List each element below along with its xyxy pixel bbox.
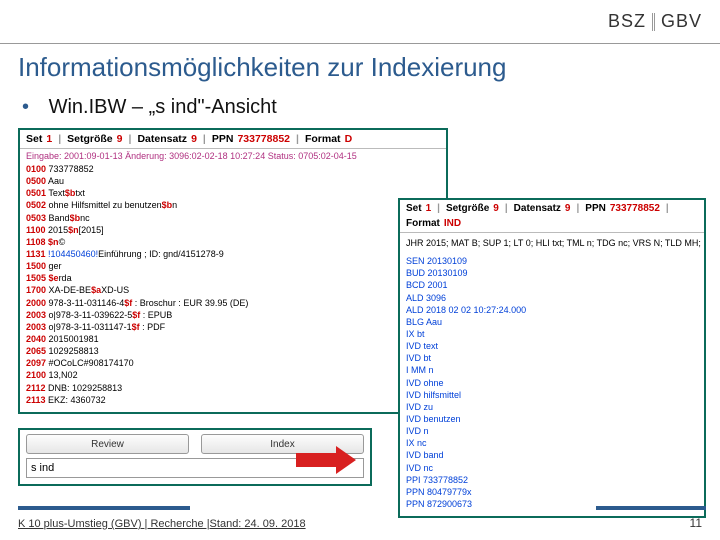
record-line: 0100 733778852 (26, 163, 440, 175)
datensatz-value: 9 (565, 203, 571, 214)
datensatz-value: 9 (191, 133, 197, 145)
datensatz-label: Datensatz (137, 133, 187, 145)
footer-rule-right (596, 506, 706, 510)
ind-line: IX bt (406, 328, 698, 340)
ind-summary: JHR 2015; MAT B; SUP 1; LT 0; HLI txt; T… (406, 237, 698, 249)
footer-text-content: K 10 plus-Umstieg (GBV) | Recherche |Sta… (18, 518, 306, 530)
record-line: 2040 2015001981 (26, 333, 440, 345)
page-number: 11 (690, 516, 702, 530)
ppn-value: 733778852 (610, 203, 660, 214)
brand-left: BSZ (608, 11, 646, 32)
sep-icon: | (576, 203, 579, 214)
ppn-label: PPN (212, 133, 234, 145)
format-label: Format (305, 133, 341, 145)
ind-line: IVD bt (406, 352, 698, 364)
ind-line: IVD nc (406, 462, 698, 474)
brand-bar: BSZ GBV (0, 0, 720, 44)
record-line: 1100 2015$n[2015] (26, 224, 440, 236)
sep-icon: | (203, 133, 206, 145)
format-d-header: Set 1 | Setgröße 9 | Datensatz 9 | PPN 7… (20, 130, 446, 149)
footer-text: K 10 plus-Umstieg (GBV) | Recherche |Sta… (18, 518, 306, 530)
record-line: 2097 #OCoLC#908174170 (26, 357, 440, 369)
record-line: 2112 DNB: 1029258813 (26, 382, 440, 394)
bullet-line: • Win.IBW – „s ind"-Ansicht (22, 96, 277, 119)
eingabe-line: Eingabe: 2001:09-01-13 Änderung: 3096:02… (20, 149, 446, 161)
ind-line: IVD ohne (406, 377, 698, 389)
record-line: 0502 ohne Hilfsmittel zu benutzen$bn (26, 199, 440, 211)
ind-line: IVD benutzen (406, 413, 698, 425)
format-value: D (345, 133, 353, 145)
format-d-panel: Set 1 | Setgröße 9 | Datensatz 9 | PPN 7… (18, 128, 448, 414)
ind-line: IVD zu (406, 401, 698, 413)
ppn-label: PPN (585, 203, 606, 214)
record-line: 2000 978-3-11-031146-4$f : Broschur : EU… (26, 297, 440, 309)
record-line: 2113 EKZ: 4360732 (26, 394, 440, 406)
review-button[interactable]: Review (26, 434, 189, 454)
record-line: 2003 o|978-3-11-039622-5$f : EPUB (26, 309, 440, 321)
footer-rule-left (18, 506, 190, 510)
sep-icon: | (505, 203, 508, 214)
ind-line: PPI 733778852 (406, 474, 698, 486)
record-line: 1700 XA-DE-BE$aXD-US (26, 284, 440, 296)
set-label: Set (26, 133, 42, 145)
setgroesse-label: Setgröße (446, 203, 489, 214)
ind-line: IVD n (406, 425, 698, 437)
brand: BSZ GBV (608, 11, 702, 32)
record-line: 0503 Band$bnc (26, 212, 440, 224)
ind-line: SEN 20130109 (406, 255, 698, 267)
format-ind-header: Set 1 | Setgröße 9 | Datensatz 9 | PPN 7… (400, 200, 704, 233)
ind-line: ALD 2018 02 02 10:27:24.000 (406, 304, 698, 316)
record-line: 2065 1029258813 (26, 345, 440, 357)
record-line: 1505 $erda (26, 272, 440, 284)
ind-line: I MM n (406, 364, 698, 376)
record-line: 1500 ger (26, 260, 440, 272)
record-line: 0501 Text$btxt (26, 187, 440, 199)
setgroesse-label: Setgröße (67, 133, 113, 145)
record-line: 2100 13,N02 (26, 369, 440, 381)
setgroesse-value: 9 (493, 203, 499, 214)
record-lines: 0100 7337788520500 Aau0501 Text$btxt0502… (20, 161, 446, 412)
format-value: IND (444, 218, 461, 229)
record-line: 1131 !104450460!Einführung ; ID: gnd/415… (26, 248, 440, 260)
setgroesse-value: 9 (117, 133, 123, 145)
slide-title: Informationsmöglichkeiten zur Indexierun… (18, 52, 506, 83)
format-label: Format (406, 218, 440, 229)
ind-line: IVD hilfsmittel (406, 389, 698, 401)
sep-icon: | (296, 133, 299, 145)
bullet-dot-icon: • (22, 96, 29, 118)
ind-line: BCD 2001 (406, 279, 698, 291)
ind-line: IVD band (406, 449, 698, 461)
sep-icon: | (129, 133, 132, 145)
ind-lines: JHR 2015; MAT B; SUP 1; LT 0; HLI txt; T… (400, 233, 704, 516)
brand-right: GBV (661, 11, 702, 32)
set-value: 1 (426, 203, 432, 214)
record-line: 1108 $n© (26, 236, 440, 248)
record-line: 0500 Aau (26, 175, 440, 187)
brand-separator-icon (652, 13, 655, 31)
bullet-text: Win.IBW – „s ind"-Ansicht (49, 96, 277, 118)
ind-line: ALD 3096 (406, 292, 698, 304)
ind-line: BLG Aau (406, 316, 698, 328)
ppn-value: 733778852 (237, 133, 290, 145)
sep-icon: | (666, 203, 669, 214)
ind-line: IX nc (406, 437, 698, 449)
record-line: 2003 o|978-3-11-031147-1$f : PDF (26, 321, 440, 333)
ind-line: IVD text (406, 340, 698, 352)
set-value: 1 (46, 133, 52, 145)
ind-line: PPN 80479779x (406, 486, 698, 498)
set-label: Set (406, 203, 422, 214)
sep-icon: | (58, 133, 61, 145)
ind-line: BUD 20130109 (406, 267, 698, 279)
format-ind-panel: Set 1 | Setgröße 9 | Datensatz 9 | PPN 7… (398, 198, 706, 518)
sep-icon: | (437, 203, 440, 214)
datensatz-label: Datensatz (514, 203, 561, 214)
arrow-right-icon (296, 446, 360, 474)
